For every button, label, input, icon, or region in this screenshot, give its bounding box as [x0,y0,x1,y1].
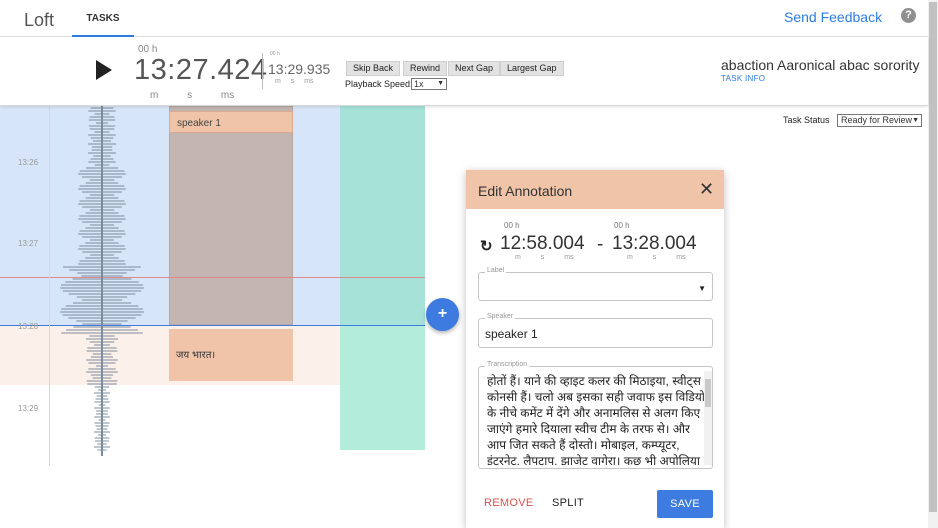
rewind-button[interactable]: Rewind [403,61,448,76]
label-legend: Label [485,267,507,274]
chevron-down-icon: ▼ [437,80,444,87]
help-icon[interactable]: ? [901,8,916,23]
start-time[interactable]: 12:58.004 [500,233,585,255]
playback-speed-label: Playback Speed: [345,79,413,89]
close-icon[interactable]: ✕ [699,179,714,200]
label-select[interactable]: Label ▼ [478,267,713,301]
speaker-value: speaker 1 [485,327,538,341]
waveform [60,106,144,456]
time-ruler [49,106,50,466]
edit-annotation-dialog: Edit Annotation ✕ ↻ 00 h 12:58.004 m s m… [466,170,724,528]
teal-track [340,106,425,325]
segment-block[interactable] [169,106,293,325]
top-nav: Loft TASKS Send Feedback ? [0,0,928,37]
page-scroll-thumb[interactable] [929,2,937,512]
current-time: 13:27.424 [134,54,268,86]
transcription-text[interactable]: होतों हैं। याने की व्हाइट कलर की मिठाइया… [487,373,707,465]
start-time-units: m s ms [515,254,574,261]
refresh-icon[interactable]: ↻ [480,237,493,255]
next-gap-button[interactable]: Next Gap [448,61,501,76]
player-bar: 00 h 13:27.424 m s ms 00 h 13:29.935 m s… [0,37,928,106]
play-icon[interactable] [96,60,112,80]
split-button[interactable]: SPLIT [552,497,584,509]
dialog-header: Edit Annotation ✕ [466,170,724,209]
tick-label: 13:26 [18,158,39,167]
end-time[interactable]: 13:28.004 [612,233,697,255]
teal-track-lower [340,325,425,450]
total-time-units: m s ms [275,78,314,85]
speaker-legend: Speaker [485,313,516,320]
current-time-units: m s ms [150,90,235,101]
tick-label: 13:28 [18,322,39,331]
time-divider [262,53,263,89]
skip-back-button[interactable]: Skip Back [346,61,401,76]
send-feedback-link[interactable]: Send Feedback [784,9,882,25]
chevron-down-icon: ▼ [912,117,919,124]
largest-gap-button[interactable]: Largest Gap [500,61,564,76]
end-hours: 00 h [614,221,630,230]
transcription-field[interactable]: Transcription होतों हैं। याने की व्हाइट … [478,361,713,469]
task-title: abaction Aaronical abac sorority [721,57,920,73]
start-hours: 00 h [504,221,520,230]
segment-speaker-label[interactable]: speaker 1 [169,111,293,133]
tick-label: 13:29 [18,404,39,413]
playback-speed-select[interactable]: 1x ▼ [411,78,447,90]
chevron-down-icon: ▼ [698,284,706,293]
timeline[interactable]: speaker 1 जय भारत। 13:26 13:27 13:28 13:… [0,106,465,528]
tick-label: 13:27 [18,239,39,248]
task-status-label: Task Status [783,115,830,125]
tab-tasks[interactable]: TASKS [72,0,134,37]
task-status-value: Ready for Review [841,115,913,125]
segment-text-label[interactable]: जय भारत। [169,329,293,381]
total-time: 13:29.935 [268,61,331,77]
save-button[interactable]: SAVE [657,490,713,518]
transcription-legend: Transcription [485,361,530,368]
end-time-units: m s ms [627,254,686,261]
total-hours: 00 h [270,51,280,57]
task-status-select[interactable]: Ready for Review ▼ [837,114,922,127]
add-annotation-button[interactable]: + [426,298,459,331]
dialog-title: Edit Annotation [478,183,573,199]
app-logo: Loft [24,10,55,30]
transcription-scroll-thumb[interactable] [705,379,711,407]
playback-speed-value: 1x [414,79,424,89]
time-range-dash: - [597,234,604,255]
remove-button[interactable]: REMOVE [484,497,533,509]
speaker-field[interactable]: Speaker speaker 1 [478,313,713,348]
task-info-link[interactable]: TASK INFO [721,74,765,83]
